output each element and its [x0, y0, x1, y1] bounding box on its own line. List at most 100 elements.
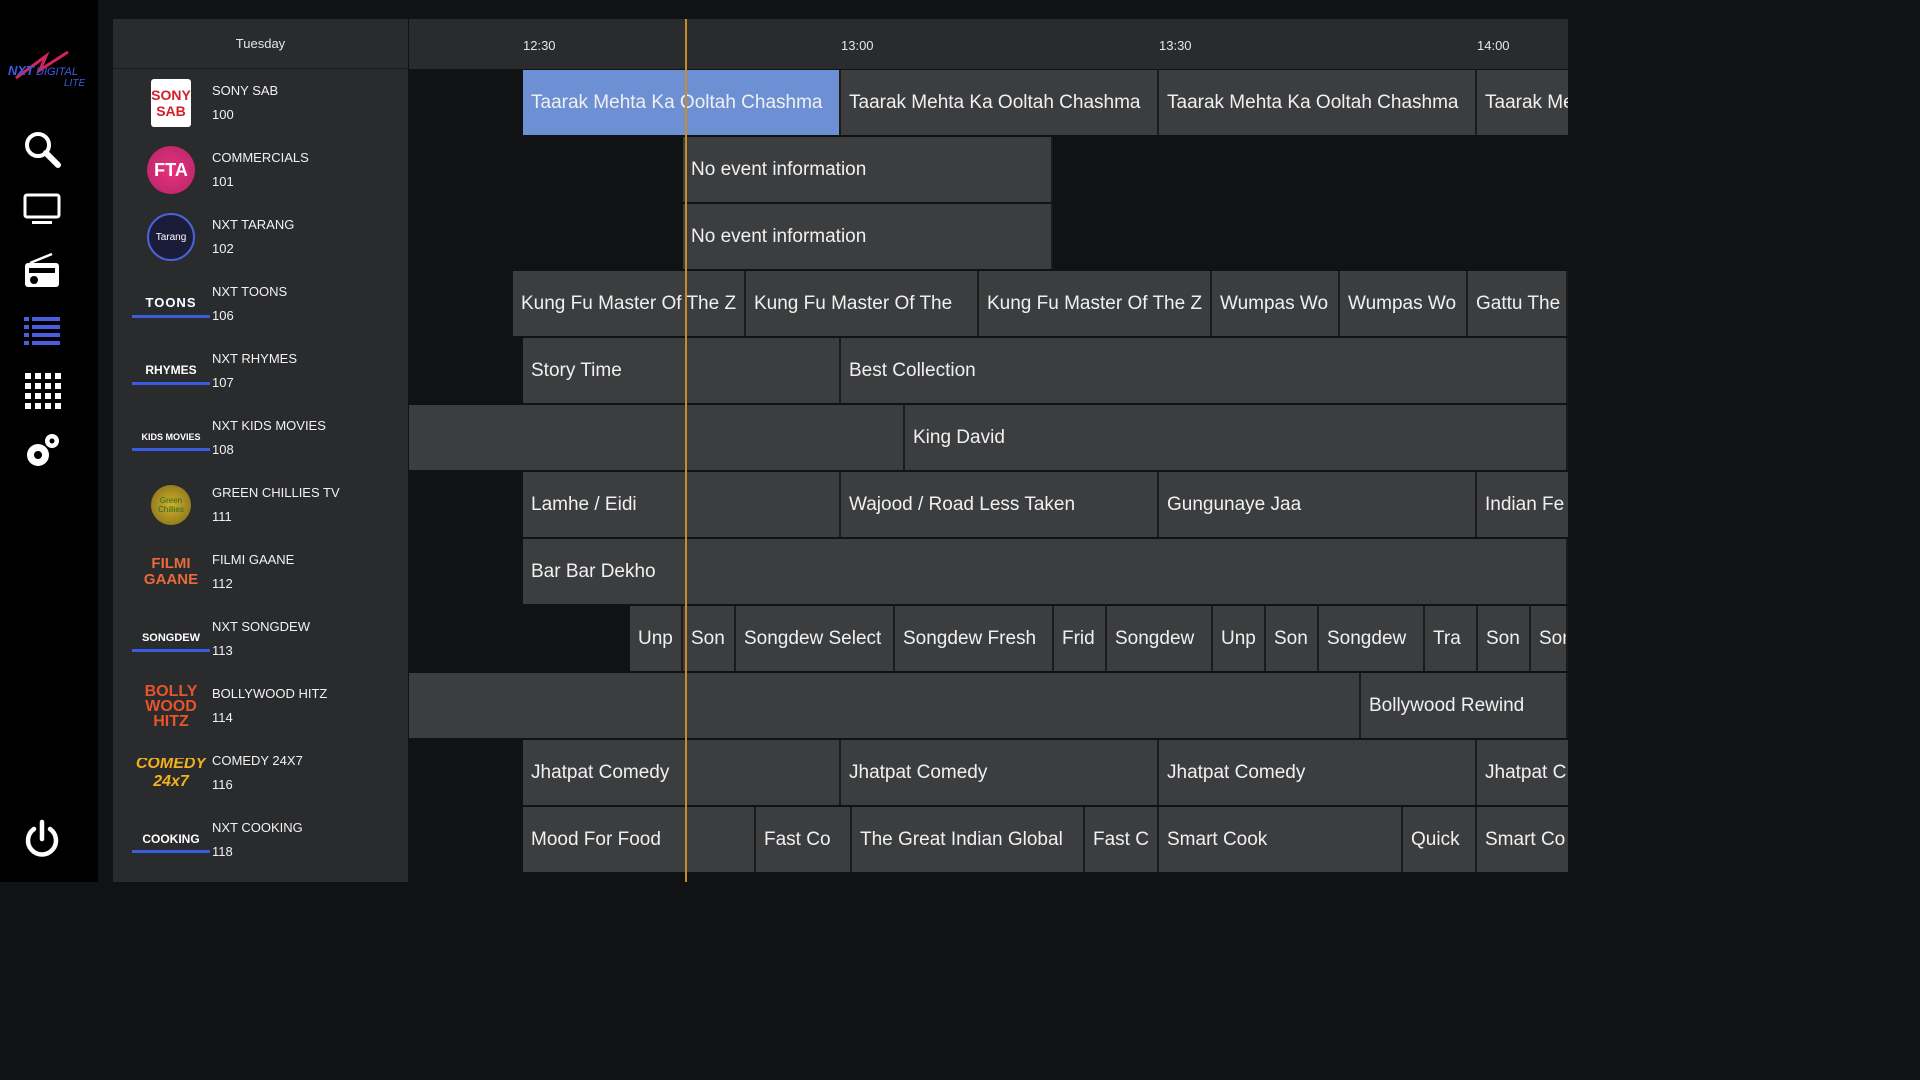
tv-icon	[23, 193, 61, 224]
channel-row[interactable]: COMEDY 24x7 COMEDY 24X7 116	[113, 739, 408, 806]
program-cell[interactable]: Fast Co	[756, 807, 852, 872]
search-button[interactable]	[21, 128, 63, 170]
channel-logo: KIDS MOVIES	[127, 410, 215, 466]
program-cell[interactable]: Story Time	[523, 338, 841, 403]
channel-name: COMEDY 24X7	[212, 753, 303, 768]
program-cell[interactable]: Kung Fu Master Of The	[746, 271, 979, 336]
channel-name: NXT KIDS MOVIES	[212, 418, 326, 433]
power-button[interactable]	[21, 818, 63, 860]
program-cell[interactable]: Tra	[1425, 606, 1478, 671]
program-cell[interactable]: No event information	[683, 204, 1053, 269]
program-cell[interactable]: Taarak Mehta Ka Ooltah Chashma	[523, 70, 841, 135]
channel-number: 101	[212, 174, 234, 189]
time-tick: 13:00	[841, 38, 874, 53]
program-cell[interactable]: Indian Fe	[1477, 472, 1568, 537]
channel-name: NXT TARANG	[212, 217, 295, 232]
channel-row[interactable]: TOONS NXT TOONS 106	[113, 270, 408, 337]
channel-logo-icon: RHYMES	[132, 358, 210, 385]
channel-logo: Green Chillies	[127, 477, 215, 533]
program-cell[interactable]: Jhatpat Comedy	[1159, 740, 1477, 805]
program-cell[interactable]: Taarak Me	[1477, 70, 1568, 135]
channel-logo-icon: COMEDY 24x7	[135, 758, 207, 788]
channel-row[interactable]: FILMI GAANE FILMI GAANE 112	[113, 538, 408, 605]
program-cell[interactable]: Gattu The	[1468, 271, 1568, 336]
program-cell[interactable]: Mood For Food	[523, 807, 756, 872]
channel-logo-icon: COOKING	[132, 828, 210, 853]
program-cell[interactable]: No event information	[683, 137, 1053, 202]
program-cell[interactable]: Jhatpat Comedy	[841, 740, 1159, 805]
program-cell[interactable]: Son	[1478, 606, 1531, 671]
program-cell[interactable]: Taarak Mehta Ka Ooltah Chashma	[1159, 70, 1477, 135]
settings-icon	[27, 434, 59, 466]
program-cell[interactable]: Kung Fu Master Of The Z	[979, 271, 1212, 336]
channel-name: NXT TOONS	[212, 284, 288, 299]
settings-button[interactable]	[21, 430, 63, 472]
channel-name: BOLLYWOOD HITZ	[212, 686, 328, 701]
program-cell[interactable]: Bollywood Rewind	[1361, 673, 1568, 738]
channel-row[interactable]: RHYMES NXT RHYMES 107	[113, 337, 408, 404]
program-cell[interactable]: Jhatpat Comedy	[523, 740, 841, 805]
program-cell[interactable]: Fast C	[1085, 807, 1159, 872]
program-cell[interactable]: Kung Fu Master Of The Z	[513, 271, 746, 336]
program-cell[interactable]: Wumpas Wo	[1212, 271, 1340, 336]
channel-row[interactable]: Green Chillies GREEN CHILLIES TV 111	[113, 471, 408, 538]
program-cell[interactable]: The Great Indian Global	[852, 807, 1085, 872]
program-cell[interactable]: Frid	[1054, 606, 1107, 671]
program-cell[interactable]: Jhatpat C	[1477, 740, 1568, 805]
channel-row[interactable]: BOLLY WOOD HITZ BOLLYWOOD HITZ 114	[113, 672, 408, 739]
apps-button[interactable]	[21, 369, 63, 411]
program-cell[interactable]: Songdew	[1107, 606, 1213, 671]
channel-logo-icon: FILMI GAANE	[143, 555, 199, 588]
channel-logo: BOLLY WOOD HITZ	[127, 678, 215, 734]
program-cell[interactable]: Son	[1531, 606, 1568, 671]
program-cell[interactable]: Taarak Mehta Ka Ooltah Chashma	[841, 70, 1159, 135]
list-icon	[24, 317, 60, 345]
channel-logo-icon: KIDS MOVIES	[132, 426, 210, 451]
channel-row[interactable]: SONY SAB SONY SAB 100	[113, 69, 408, 136]
program-cell[interactable]: Smart Cook	[1159, 807, 1403, 872]
program-cell[interactable]: Quick	[1403, 807, 1477, 872]
program-cell[interactable]: Best Collection	[841, 338, 1568, 403]
program-cell[interactable]: King David	[905, 405, 1568, 470]
program-cell[interactable]: Wumpas Wo	[1340, 271, 1468, 336]
channel-name: NXT COOKING	[212, 820, 303, 835]
program-cell[interactable]	[409, 673, 1361, 738]
program-cell[interactable]: Unp	[1213, 606, 1266, 671]
program-cell[interactable]: Smart Co	[1477, 807, 1568, 872]
channel-list: Tuesday SONY SAB SONY SAB 100 FTA COMMERCIAL…	[113, 19, 408, 882]
channel-number: 113	[212, 643, 233, 658]
channel-logo: SONY SAB	[127, 75, 215, 131]
channel-number: 100	[212, 107, 234, 122]
channel-number: 106	[212, 308, 234, 323]
channel-row[interactable]: Tarang NXT TARANG 102	[113, 203, 408, 270]
program-cell[interactable]: Songdew Select	[736, 606, 895, 671]
program-cell[interactable]: Son	[683, 606, 736, 671]
channel-logo-icon: Tarang	[147, 213, 195, 261]
channel-row[interactable]: COOKING NXT COOKING 118	[113, 806, 408, 873]
program-cell[interactable]: Songdew	[1319, 606, 1425, 671]
radio-button[interactable]	[21, 250, 63, 292]
program-cell[interactable]: Bar Bar Dekho	[523, 539, 1568, 604]
channel-row[interactable]: KIDS MOVIES NXT KIDS MOVIES 108	[113, 404, 408, 471]
program-cell[interactable]: Wajood / Road Less Taken	[841, 472, 1159, 537]
program-cell[interactable]	[409, 405, 905, 470]
sidebar: NXT DIGITAL LITE	[0, 0, 98, 882]
channel-row[interactable]: SONGDEW NXT SONGDEW 113	[113, 605, 408, 672]
program-cell[interactable]: Lamhe / Eidi	[523, 472, 841, 537]
program-cell[interactable]: Unp	[630, 606, 683, 671]
channel-logo-icon: FTA	[147, 146, 195, 194]
channel-name: COMMERCIALS	[212, 150, 309, 165]
channel-row[interactable]: FTA COMMERCIALS 101	[113, 136, 408, 203]
guide-list-button[interactable]	[21, 309, 63, 351]
program-grid: Taarak Mehta Ka Ooltah Chashma Taarak Meh…	[409, 69, 1568, 882]
program-cell[interactable]: Son	[1266, 606, 1319, 671]
day-label: Tuesday	[113, 19, 408, 69]
channel-number: 116	[212, 777, 233, 792]
time-header: 12:30 13:00 13:30 14:00	[409, 19, 1568, 69]
channel-name: NXT SONGDEW	[212, 619, 310, 634]
program-cell[interactable]: Gungunaye Jaa	[1159, 472, 1477, 537]
tv-button[interactable]	[21, 188, 63, 230]
channel-logo: COMEDY 24x7	[127, 745, 215, 801]
program-cell[interactable]: Songdew Fresh	[895, 606, 1054, 671]
channel-number: 111	[212, 509, 232, 524]
